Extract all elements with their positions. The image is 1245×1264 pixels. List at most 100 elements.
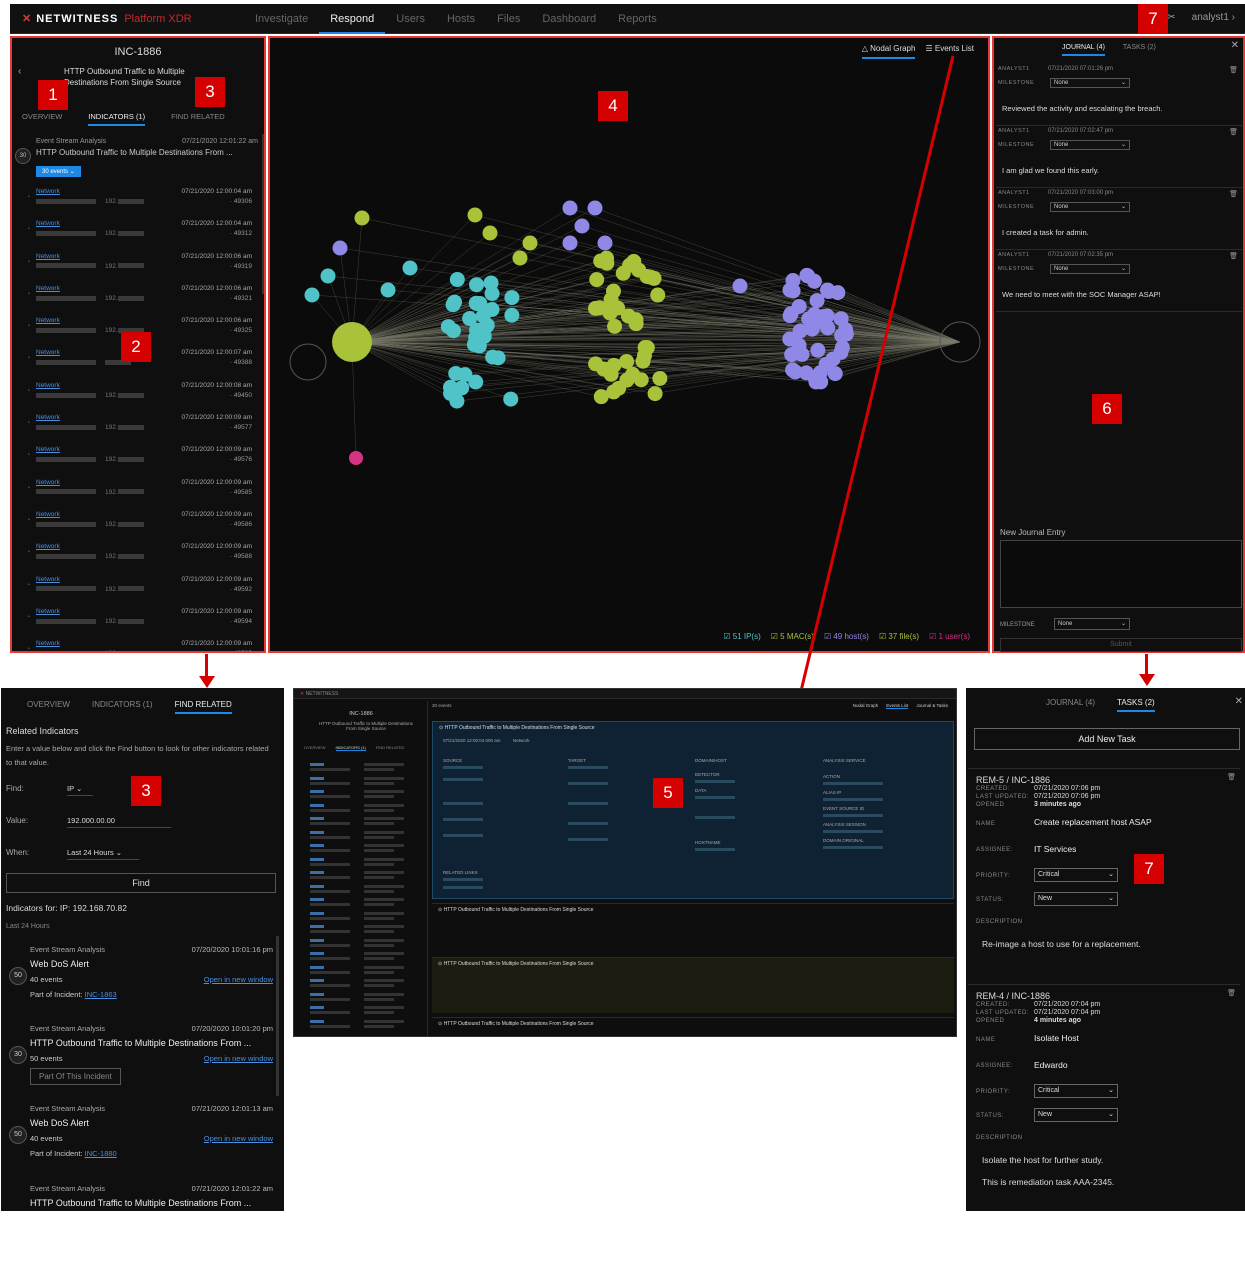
- journal-entry[interactable]: ANALYST1 07/21/2020 07:01:26 pm MILESTONE N…: [996, 64, 1242, 126]
- task-card[interactable]: REM-4 / INC-1886 🗑 CREATED: 07/21/2020 07:0…: [968, 984, 1240, 1194]
- ip-node[interactable]: [468, 374, 484, 390]
- tab-nodal-graph[interactable]: △ Nodal Graph: [861, 44, 916, 59]
- milestone-select[interactable]: None ⌄: [1050, 202, 1130, 212]
- ip-node[interactable]: [448, 365, 464, 381]
- mac-node[interactable]: [647, 386, 663, 402]
- user-menu[interactable]: analyst1 ›: [1192, 12, 1235, 23]
- graph-node[interactable]: [482, 225, 498, 241]
- nav-respond[interactable]: Respond: [319, 4, 386, 34]
- mini-link[interactable]: [310, 911, 324, 915]
- priority-select[interactable]: Critical ⌄: [1034, 1084, 1118, 1098]
- ip-node[interactable]: [504, 290, 520, 306]
- mini-link[interactable]: [310, 1019, 324, 1023]
- mini-event-row[interactable]: [310, 803, 422, 814]
- graph-node[interactable]: [587, 200, 603, 216]
- mini-link[interactable]: [310, 844, 324, 847]
- graph-node[interactable]: [332, 240, 348, 256]
- graph-node-ring[interactable]: [289, 343, 327, 381]
- add-new-task-button[interactable]: Add New Task: [974, 728, 1240, 750]
- open-new-window-link[interactable]: Open in new window: [204, 1134, 273, 1143]
- mini-link[interactable]: [310, 884, 324, 888]
- task-description[interactable]: Isolate the host for further study.: [982, 1155, 1103, 1165]
- mini-event-row[interactable]: [310, 1019, 422, 1030]
- mini-event-row[interactable]: [310, 871, 422, 881]
- new-journal-textarea[interactable]: [1000, 540, 1242, 608]
- mac-node[interactable]: [589, 272, 605, 288]
- mac-node[interactable]: [606, 300, 622, 316]
- host-node[interactable]: [833, 344, 849, 360]
- ip-node[interactable]: [469, 322, 485, 338]
- ip-node[interactable]: [447, 294, 463, 310]
- nav-dashboard[interactable]: Dashboard: [531, 4, 607, 34]
- event-type-link[interactable]: Network: [36, 511, 60, 518]
- event-row[interactable]: Network 07/21/2020 12:00:06 am 192. · 4931…: [28, 251, 258, 283]
- value-input[interactable]: 192.000.00.00: [67, 816, 171, 828]
- graph-node[interactable]: [354, 210, 370, 226]
- tab-overview[interactable]: OVERVIEW: [27, 700, 70, 714]
- event-type-link[interactable]: Network: [36, 253, 60, 260]
- task-description-2[interactable]: This is remediation task AAA-2345.: [982, 1177, 1114, 1187]
- milestone-select[interactable]: None ⌄: [1050, 78, 1130, 88]
- event-type-link[interactable]: Network: [36, 640, 60, 647]
- event-row[interactable]: Network 07/21/2020 12:00:09 am 192. · 4958…: [28, 541, 258, 573]
- trash-icon[interactable]: 🗑: [1227, 773, 1236, 781]
- find-button[interactable]: Find: [6, 873, 276, 893]
- mini-event-row[interactable]: [310, 925, 422, 935]
- task-description[interactable]: Re-image a host to use for a replacement…: [982, 939, 1141, 949]
- priority-select[interactable]: Critical ⌄: [1034, 868, 1118, 882]
- chevron-left-icon[interactable]: ‹: [18, 66, 21, 77]
- event-type-link[interactable]: Network: [36, 220, 60, 227]
- find-type-select[interactable]: IP ⌄: [67, 784, 93, 796]
- mac-node[interactable]: [650, 287, 666, 303]
- mini-link[interactable]: [310, 1006, 324, 1009]
- tab-find-related[interactable]: FIND RELATED: [174, 700, 232, 714]
- event-type-link[interactable]: Network: [36, 188, 60, 195]
- ip-node[interactable]: [485, 349, 501, 365]
- mini-link[interactable]: [310, 898, 324, 901]
- event-row[interactable]: Network 07/21/2020 12:00:09 am 192. · 4959…: [28, 606, 258, 638]
- mini-event-row[interactable]: [310, 844, 422, 854]
- mini-link[interactable]: [310, 830, 324, 834]
- close-icon[interactable]: ✕: [1231, 40, 1239, 51]
- event-row[interactable]: Network 07/21/2020 12:00:09 am 192. · 4957…: [28, 444, 258, 476]
- tab-journal[interactable]: JOURNAL (4): [1062, 44, 1105, 56]
- event-type-link[interactable]: Network: [36, 446, 60, 453]
- mini-event-row[interactable]: [310, 898, 422, 908]
- event-type-link[interactable]: Network: [36, 349, 60, 356]
- mini-tab-overview[interactable]: OVERVIEW: [304, 745, 326, 751]
- milestone-select[interactable]: None ⌄: [1054, 618, 1130, 630]
- trash-icon[interactable]: 🗑: [1229, 252, 1238, 260]
- related-indicator[interactable]: Event Stream Analysis 07/21/2020 12:01:13…: [1, 1104, 281, 1184]
- graph-node[interactable]: [562, 200, 578, 216]
- event-type-link[interactable]: Network: [36, 317, 60, 324]
- ip-node[interactable]: [440, 319, 456, 335]
- legend-macs[interactable]: ☑ 5 MAC(s): [771, 632, 814, 641]
- graph-node[interactable]: [782, 282, 798, 298]
- mini-link[interactable]: [310, 871, 324, 874]
- tab-indicators[interactable]: INDICATORS (1): [92, 700, 153, 714]
- nodal-graph-canvas[interactable]: [270, 58, 988, 648]
- task-card[interactable]: REM-5 / INC-1886 🗑 CREATED: 07/21/2020 07:0…: [968, 768, 1240, 978]
- event-type-link[interactable]: Network: [36, 414, 60, 421]
- mini-event-row[interactable]: [310, 884, 422, 895]
- mini-tab-journal[interactable]: Journal & Tasks: [916, 703, 948, 709]
- nav-hosts[interactable]: Hosts: [436, 4, 486, 34]
- tab-find-related[interactable]: FIND RELATED: [171, 112, 225, 126]
- mini-event-row[interactable]: [310, 790, 422, 800]
- when-select[interactable]: Last 24 Hours ⌄: [67, 848, 139, 860]
- mini-event-row[interactable]: [310, 1006, 422, 1016]
- journal-entry[interactable]: ANALYST1 07/21/2020 07:02:47 pm MILESTONE N…: [996, 126, 1242, 188]
- event-card-3[interactable]: ⊙ HTTP Outbound Traffic to Multiple Dest…: [432, 957, 954, 1013]
- mac-node[interactable]: [611, 380, 627, 396]
- graph-node[interactable]: [402, 260, 418, 276]
- mac-node[interactable]: [607, 318, 623, 334]
- ip-node[interactable]: [449, 272, 465, 288]
- graph-node[interactable]: [320, 268, 336, 284]
- event-type-link[interactable]: Network: [36, 543, 60, 550]
- event-type-link[interactable]: Network: [36, 285, 60, 292]
- user-node[interactable]: [349, 451, 363, 465]
- nav-users[interactable]: Users: [385, 4, 436, 34]
- nav-files[interactable]: Files: [486, 4, 531, 34]
- mac-node[interactable]: [603, 366, 619, 382]
- mini-event-row[interactable]: [310, 992, 422, 1003]
